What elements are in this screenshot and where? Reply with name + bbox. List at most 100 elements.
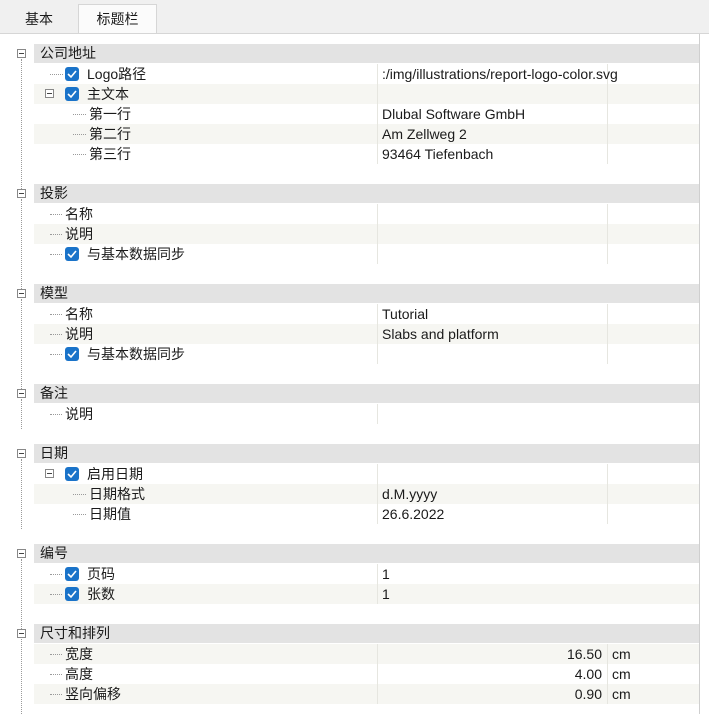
tab-title-block[interactable]: 标题栏 [78, 4, 157, 35]
column-divider [377, 244, 378, 264]
column-divider [607, 484, 608, 504]
collapse-toggle-numbering[interactable] [17, 549, 26, 558]
date-format-label: 日期格式 [89, 486, 145, 502]
column-divider [607, 224, 608, 244]
section-title-numbering: 编号 [40, 545, 68, 561]
collapse-toggle-size[interactable] [17, 629, 26, 638]
row-bg [34, 144, 699, 164]
height-value[interactable]: 4.00 [575, 664, 602, 684]
section-header-date [34, 444, 699, 463]
section-header-size [34, 624, 699, 643]
model-name-label: 名称 [65, 306, 93, 322]
column-divider [377, 564, 378, 584]
main-text-checkbox[interactable] [65, 87, 79, 101]
vertical-offset-value[interactable]: 0.90 [575, 684, 602, 704]
row-projection-name: 名称 [0, 204, 699, 224]
column-divider [377, 124, 378, 144]
sheet-count-value[interactable]: 1 [382, 584, 390, 604]
collapse-toggle-date-enable[interactable] [45, 469, 54, 478]
collapse-toggle-address[interactable] [17, 49, 26, 58]
tree-line [73, 154, 86, 155]
column-divider [377, 64, 378, 84]
column-divider [377, 464, 378, 484]
column-divider [377, 484, 378, 504]
row-bg [34, 104, 699, 124]
sheet-count-label: 张数 [87, 586, 115, 602]
projection-name-label: 名称 [65, 206, 93, 222]
date-format-value[interactable]: d.M.yyyy [382, 484, 437, 504]
column-divider [377, 324, 378, 344]
section-header-model [34, 284, 699, 303]
tab-basic[interactable]: 基本 [0, 5, 78, 33]
column-divider [607, 684, 608, 704]
row-line1: 第一行 Dlubal Software GmbH [0, 104, 699, 124]
collapse-toggle-main-text[interactable] [45, 89, 54, 98]
row-projection-desc: 说明 [0, 224, 699, 244]
divider [699, 34, 700, 714]
vertical-offset-label: 竖向偏移 [65, 686, 121, 702]
column-divider [607, 504, 608, 524]
projection-sync-checkbox[interactable] [65, 247, 79, 261]
date-value-value[interactable]: 26.6.2022 [382, 504, 444, 524]
collapse-toggle-date[interactable] [17, 449, 26, 458]
page-number-value[interactable]: 1 [382, 564, 390, 584]
tree-line [50, 234, 62, 235]
row-bg [34, 564, 699, 584]
column-divider [607, 664, 608, 684]
row-vertical-offset: 竖向偏移 0.90 cm [0, 684, 699, 704]
row-bg [34, 204, 699, 224]
line1-label: 第一行 [89, 106, 131, 122]
tree-line [50, 74, 63, 75]
collapse-toggle-notes[interactable] [17, 389, 26, 398]
height-unit: cm [612, 666, 631, 682]
projection-sync-label: 与基本数据同步 [87, 246, 185, 262]
tree-line [50, 594, 62, 595]
line2-value[interactable]: Am Zellweg 2 [382, 124, 467, 144]
column-divider [607, 464, 608, 484]
column-divider [607, 84, 608, 104]
column-divider [377, 584, 378, 604]
date-enable-checkbox[interactable] [65, 467, 79, 481]
column-divider [607, 144, 608, 164]
row-bg [34, 84, 699, 104]
column-divider [377, 664, 378, 684]
column-divider [377, 224, 378, 244]
model-sync-checkbox[interactable] [65, 347, 79, 361]
line1-value[interactable]: Dlubal Software GmbH [382, 104, 525, 124]
tree-line [50, 314, 62, 315]
row-page-number: 页码 1 [0, 564, 699, 584]
tree-line [50, 354, 62, 355]
column-divider [377, 344, 378, 364]
model-desc-value[interactable]: Slabs and platform [382, 324, 499, 344]
row-logo: Logo路径 :/img/illustrations/report-logo-c… [0, 64, 699, 84]
tree-line [50, 214, 62, 215]
row-model-sync: 与基本数据同步 [0, 344, 699, 364]
section-header-address [34, 44, 699, 63]
column-divider [607, 204, 608, 224]
date-value-label: 日期值 [89, 506, 131, 522]
width-label: 宽度 [65, 646, 93, 662]
height-label: 高度 [65, 666, 93, 682]
column-divider [377, 104, 378, 124]
collapse-toggle-model[interactable] [17, 289, 26, 298]
model-name-value[interactable]: Tutorial [382, 304, 428, 324]
column-divider [377, 644, 378, 664]
width-value[interactable]: 16.50 [567, 644, 602, 664]
section-title-size: 尺寸和排列 [40, 625, 110, 641]
sheet-count-checkbox[interactable] [65, 587, 79, 601]
logo-checkbox[interactable] [65, 67, 79, 81]
section-header-projection [34, 184, 699, 203]
column-divider [607, 304, 608, 324]
line3-value[interactable]: 93464 Tiefenbach [382, 144, 493, 164]
projection-desc-label: 说明 [65, 226, 93, 242]
row-bg [34, 304, 699, 324]
row-model-name: 名称 Tutorial [0, 304, 699, 324]
page-number-checkbox[interactable] [65, 567, 79, 581]
row-date-format: 日期格式 d.M.yyyy [0, 484, 699, 504]
logo-value[interactable]: :/img/illustrations/report-logo-color.sv… [382, 64, 618, 84]
collapse-toggle-projection[interactable] [17, 189, 26, 198]
column-divider [377, 84, 378, 104]
row-projection-sync: 与基本数据同步 [0, 244, 699, 264]
row-bg [34, 404, 699, 424]
row-main-text: 主文本 [0, 84, 699, 104]
